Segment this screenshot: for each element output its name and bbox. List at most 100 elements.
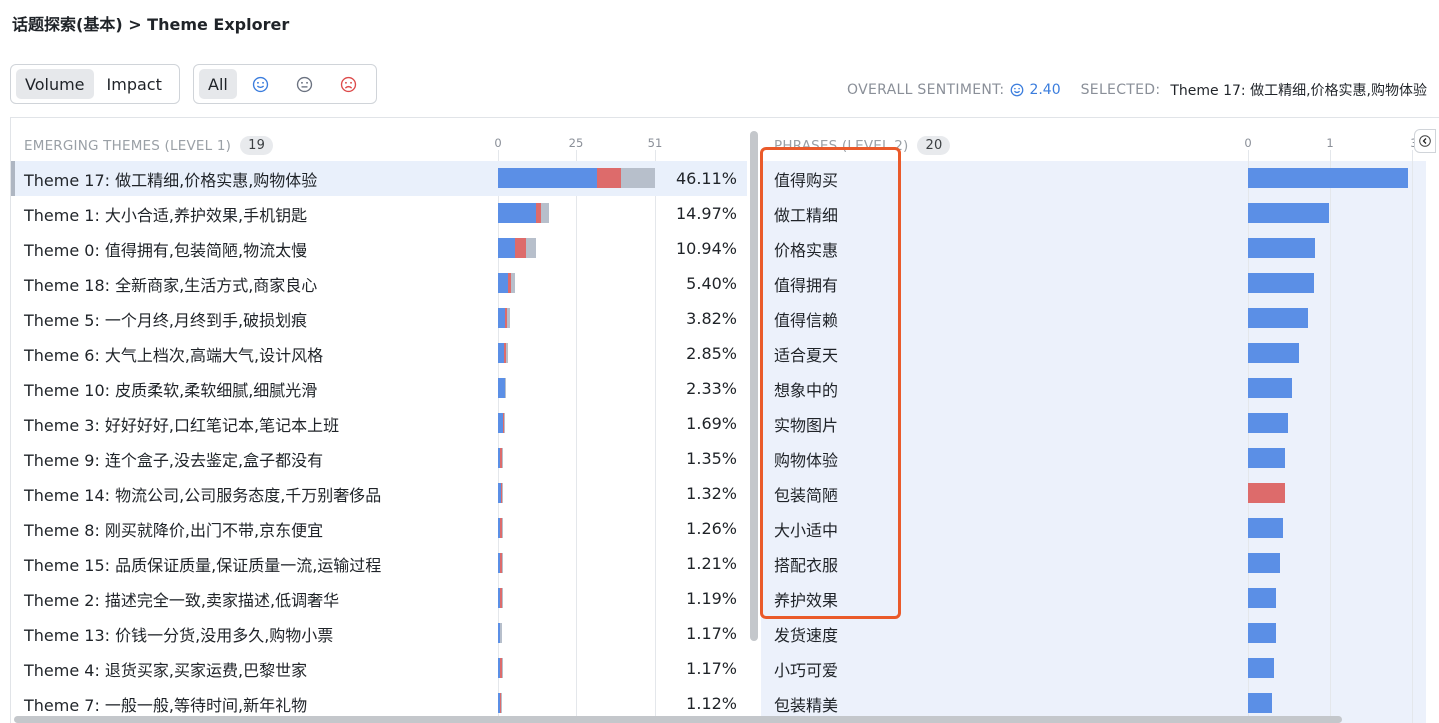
bar-segment-positive	[498, 203, 537, 223]
bar-segment-neutral	[499, 623, 502, 643]
theme-name: Theme 4: 退货买家,买家运费,巴黎世家	[24, 660, 308, 680]
phrase-row[interactable]: 做工精细	[761, 196, 1426, 231]
theme-percentage: 1.35%	[686, 449, 737, 468]
phrase-row[interactable]: 价格实惠	[761, 231, 1426, 266]
bar-segment-neutral	[501, 553, 503, 573]
phrases-header: PHRASES (LEVEL 2) 20	[774, 136, 951, 155]
bar-segment-negative	[514, 238, 526, 258]
theme-percentage: 1.17%	[686, 659, 737, 678]
theme-volume-bar	[498, 658, 503, 678]
theme-percentage: 1.26%	[686, 519, 737, 538]
theme-volume-bar	[498, 168, 655, 188]
theme-row[interactable]: Theme 5: 一个月终,月终到手,破损划痕 3.82%	[11, 301, 747, 336]
phrase-name: 价格实惠	[774, 240, 839, 260]
theme-volume-bar	[498, 413, 505, 433]
volume-button[interactable]: Volume	[16, 69, 94, 99]
theme-row[interactable]: Theme 18: 全新商家,生活方式,商家良心 5.40%	[11, 266, 747, 301]
themes-title: EMERGING THEMES (LEVEL 1)	[24, 137, 232, 154]
collapse-panel-button[interactable]	[1414, 129, 1436, 153]
selected-label: SELECTED:	[1080, 82, 1161, 98]
phrase-row[interactable]: 值得拥有	[761, 266, 1426, 301]
theme-row[interactable]: Theme 3: 好好好好,口红笔记本,笔记本上班 1.69%	[11, 406, 747, 441]
phrase-name: 想象中的	[774, 380, 839, 400]
phrase-bar	[1248, 483, 1285, 503]
phrase-bar	[1248, 343, 1299, 363]
themes-count-badge: 19	[240, 136, 274, 155]
theme-percentage: 1.17%	[686, 624, 737, 643]
phrase-row[interactable]: 发货速度	[761, 616, 1426, 651]
phrase-bar	[1248, 378, 1293, 398]
phrase-row[interactable]: 养护效果	[761, 581, 1426, 616]
phrases-list: 值得购买做工精细价格实惠值得拥有 值得信赖适合夏天想象中的实物图片购物体验包装简陋…	[761, 161, 1426, 721]
neutral-filter-button[interactable]	[285, 69, 325, 99]
positive-filter-button[interactable]	[241, 69, 281, 99]
theme-row[interactable]: Theme 4: 退货买家,买家运费,巴黎世家 1.17%	[11, 651, 747, 686]
theme-row[interactable]: Theme 17: 做工精细,价格实惠,购物体验 46.11%	[11, 161, 747, 196]
theme-row[interactable]: Theme 8: 刚买就降价,出门不带,京东便宜 1.26%	[11, 511, 747, 546]
phrase-row[interactable]: 小巧可爱	[761, 651, 1426, 686]
theme-name: Theme 0: 值得拥有,包装简陋,物流太慢	[24, 240, 308, 260]
phrases-title: PHRASES (LEVEL 2)	[774, 137, 909, 154]
phrase-bar	[1248, 553, 1281, 573]
theme-percentage: 1.69%	[686, 414, 737, 433]
selected-theme: Theme 17: 做工精细,价格实惠,购物体验	[1170, 83, 1427, 99]
theme-row[interactable]: Theme 1: 大小合适,养护效果,手机钥匙 14.97%	[11, 196, 747, 231]
negative-filter-button[interactable]	[329, 69, 369, 99]
theme-volume-bar	[498, 203, 549, 223]
vertical-scrollbar[interactable]	[750, 131, 758, 641]
theme-row[interactable]: Theme 15: 品质保证质量,保证质量一流,运输过程 1.21%	[11, 546, 747, 581]
theme-row[interactable]: Theme 14: 物流公司,公司服务态度,千万别奢侈品 1.32%	[11, 476, 747, 511]
phrase-bar	[1248, 238, 1315, 258]
bar-segment-neutral	[505, 343, 509, 363]
phrase-name: 适合夏天	[774, 345, 839, 365]
theme-row[interactable]: Theme 6: 大气上档次,高端大气,设计风格 2.85%	[11, 336, 747, 371]
theme-row[interactable]: Theme 0: 值得拥有,包装简陋,物流太慢 10.94%	[11, 231, 747, 266]
all-sentiment-button[interactable]: All	[199, 69, 237, 99]
theme-name: Theme 1: 大小合适,养护效果,手机钥匙	[24, 205, 308, 225]
theme-volume-bar	[498, 518, 503, 538]
theme-row[interactable]: Theme 13: 价钱一分货,没用多久,购物小票 1.17%	[11, 616, 747, 651]
theme-percentage: 1.12%	[686, 694, 737, 713]
phrase-row[interactable]: 值得信赖	[761, 301, 1426, 336]
neutral-face-icon	[297, 76, 313, 92]
metric-toggle: Volume Impact	[10, 64, 180, 104]
phrase-row[interactable]: 搭配衣服	[761, 546, 1426, 581]
theme-row[interactable]: Theme 9: 连个盒子,没去鉴定,盒子都没有 1.35%	[11, 441, 747, 476]
phrase-name: 做工精细	[774, 205, 839, 225]
phrase-row[interactable]: 包装简陋	[761, 476, 1426, 511]
phrase-name: 发货速度	[774, 625, 839, 645]
phrase-row[interactable]: 值得购买	[761, 161, 1426, 196]
phrase-row[interactable]: 想象中的	[761, 371, 1426, 406]
bar-segment-neutral	[525, 238, 537, 258]
phrase-name: 购物体验	[774, 450, 839, 470]
phrase-bar	[1248, 308, 1309, 328]
horizontal-scrollbar[interactable]	[14, 716, 1342, 723]
impact-button[interactable]: Impact	[98, 69, 171, 99]
phrase-bar	[1248, 588, 1277, 608]
phrase-row[interactable]: 购物体验	[761, 441, 1426, 476]
theme-volume-bar	[498, 273, 515, 293]
axis-tick-label: 51	[647, 136, 663, 150]
bar-segment-neutral	[501, 448, 503, 468]
theme-row[interactable]: Theme 2: 描述完全一致,卖家描述,低调奢华 1.19%	[11, 581, 747, 616]
theme-volume-bar	[498, 448, 503, 468]
phrase-row[interactable]: 大小适中	[761, 511, 1426, 546]
overall-sentiment-score: 2.40	[1010, 82, 1061, 98]
axis-tick-label: 1	[1326, 136, 1334, 150]
phrase-bar	[1248, 658, 1274, 678]
axis-tick-label: 0	[494, 136, 502, 150]
theme-volume-bar	[498, 588, 503, 608]
theme-percentage: 5.40%	[686, 274, 737, 293]
theme-row[interactable]: Theme 10: 皮质柔软,柔软细腻,细腻光滑 2.33%	[11, 371, 747, 406]
phrase-name: 包装简陋	[774, 485, 839, 505]
phrase-row[interactable]: 实物图片	[761, 406, 1426, 441]
theme-name: Theme 8: 刚买就降价,出门不带,京东便宜	[24, 520, 324, 540]
phrase-bar	[1248, 518, 1283, 538]
phrase-name: 大小适中	[774, 520, 839, 540]
phrase-row[interactable]: 适合夏天	[761, 336, 1426, 371]
theme-volume-bar	[498, 623, 502, 643]
theme-name: Theme 18: 全新商家,生活方式,商家良心	[24, 275, 318, 295]
bar-segment-neutral	[501, 518, 503, 538]
theme-name: Theme 10: 皮质柔软,柔软细腻,细腻光滑	[24, 380, 318, 400]
theme-percentage: 2.85%	[686, 344, 737, 363]
